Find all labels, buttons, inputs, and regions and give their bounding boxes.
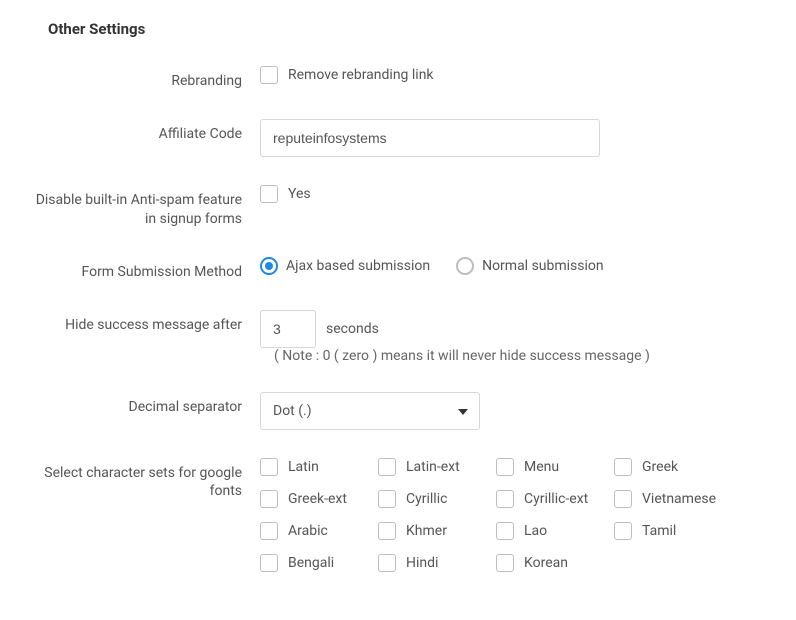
- charset-label: Korean: [524, 555, 568, 571]
- charset-cell: Vietnamese: [614, 490, 732, 508]
- checkbox-charset-latin[interactable]: [260, 458, 278, 476]
- checkbox-charset-arabic[interactable]: [260, 522, 278, 540]
- checkbox-charset-vietnamese[interactable]: [614, 490, 632, 508]
- charset-grid: Latin Latin-ext Menu Greek Greek-ext Cyrillic…: [260, 458, 732, 572]
- radio-normal[interactable]: [456, 257, 474, 275]
- charset-label: Tamil: [642, 523, 676, 539]
- input-hide-seconds[interactable]: [260, 310, 316, 348]
- row-rebranding: Rebranding Remove rebranding link: [30, 66, 766, 91]
- radio-ajax[interactable]: [260, 257, 278, 275]
- radio-normal-label: Normal submission: [482, 258, 604, 274]
- charset-label: Bengali: [288, 555, 334, 571]
- checkbox-charset-cyrillic[interactable]: [378, 490, 396, 508]
- label-affiliate: Affiliate Code: [30, 119, 260, 144]
- charset-label: Cyrillic: [406, 491, 447, 507]
- charset-row: Bengali Hindi Korean: [260, 554, 732, 572]
- checkbox-rebranding[interactable]: [260, 66, 278, 84]
- row-decimal: Decimal separator Dot (.): [30, 392, 766, 430]
- charset-cell: Cyrillic: [378, 490, 496, 508]
- charset-cell: Lao: [496, 522, 614, 540]
- charset-cell: Menu: [496, 458, 614, 476]
- select-decimal-value: Dot (.): [273, 403, 312, 419]
- charset-label: Hindi: [406, 555, 438, 571]
- row-antispam: Disable built-in Anti-spam feature in si…: [30, 185, 766, 229]
- radio-option-ajax[interactable]: Ajax based submission: [260, 257, 430, 275]
- text-hide-note: ( Note : 0 ( zero ) means it will never …: [274, 348, 650, 364]
- checkbox-rebranding-label: Remove rebranding link: [288, 67, 434, 83]
- charset-cell: Greek: [614, 458, 732, 476]
- label-hide-after: Hide success message after: [30, 310, 260, 335]
- checkbox-charset-bengali[interactable]: [260, 554, 278, 572]
- checkbox-charset-greek[interactable]: [614, 458, 632, 476]
- checkbox-charset-menu[interactable]: [496, 458, 514, 476]
- checkbox-charset-greek-ext[interactable]: [260, 490, 278, 508]
- charset-label: Latin-ext: [406, 459, 460, 475]
- charset-row: Greek-ext Cyrillic Cyrillic-ext Vietnamese: [260, 490, 732, 508]
- charset-cell: Tamil: [614, 522, 732, 540]
- charset-row: Latin Latin-ext Menu Greek: [260, 458, 732, 476]
- radio-option-normal[interactable]: Normal submission: [456, 257, 604, 275]
- row-submission: Form Submission Method Ajax based submis…: [30, 257, 766, 282]
- checkbox-antispam[interactable]: [260, 185, 278, 203]
- charset-cell: Latin-ext: [378, 458, 496, 476]
- charset-label: Cyrillic-ext: [524, 491, 588, 507]
- checkbox-charset-latin-ext[interactable]: [378, 458, 396, 476]
- charset-label: Khmer: [406, 523, 447, 539]
- radio-group-submission: Ajax based submission Normal submission: [260, 257, 604, 275]
- charset-row: Arabic Khmer Lao Tamil: [260, 522, 732, 540]
- checkbox-charset-tamil[interactable]: [614, 522, 632, 540]
- charset-label: Arabic: [288, 523, 328, 539]
- charset-cell: Greek-ext: [260, 490, 378, 508]
- charset-label: Latin: [288, 459, 319, 475]
- label-charsets: Select character sets for google fonts: [30, 458, 260, 502]
- charset-label: Vietnamese: [642, 491, 716, 507]
- charset-label: Greek: [642, 459, 678, 475]
- charset-label: Menu: [524, 459, 559, 475]
- checkbox-charset-lao[interactable]: [496, 522, 514, 540]
- checkbox-charset-hindi[interactable]: [378, 554, 396, 572]
- section-title: Other Settings: [48, 20, 766, 38]
- charset-cell: Bengali: [260, 554, 378, 572]
- checkbox-antispam-label: Yes: [288, 186, 311, 202]
- row-hide-after: Hide success message after seconds ( Not…: [30, 310, 766, 364]
- text-seconds: seconds: [326, 321, 379, 337]
- charset-cell: Korean: [496, 554, 614, 572]
- charset-cell: [614, 554, 732, 572]
- charset-cell: Cyrillic-ext: [496, 490, 614, 508]
- label-submission: Form Submission Method: [30, 257, 260, 282]
- label-decimal: Decimal separator: [30, 392, 260, 417]
- checkbox-charset-cyrillic-ext[interactable]: [496, 490, 514, 508]
- charset-cell: Hindi: [378, 554, 496, 572]
- row-charsets: Select character sets for google fonts L…: [30, 458, 766, 572]
- select-decimal-wrap[interactable]: Dot (.): [260, 392, 480, 430]
- charset-cell: Khmer: [378, 522, 496, 540]
- label-antispam: Disable built-in Anti-spam feature in si…: [30, 185, 260, 229]
- select-decimal[interactable]: Dot (.): [260, 392, 480, 430]
- charset-cell: Latin: [260, 458, 378, 476]
- charset-label: Lao: [524, 523, 547, 539]
- checkbox-charset-korean[interactable]: [496, 554, 514, 572]
- charset-cell: Arabic: [260, 522, 378, 540]
- input-affiliate-code[interactable]: [260, 119, 600, 157]
- label-rebranding: Rebranding: [30, 66, 260, 91]
- row-affiliate: Affiliate Code: [30, 119, 766, 157]
- charset-label: Greek-ext: [288, 491, 347, 507]
- checkbox-charset-khmer[interactable]: [378, 522, 396, 540]
- radio-ajax-label: Ajax based submission: [286, 258, 430, 274]
